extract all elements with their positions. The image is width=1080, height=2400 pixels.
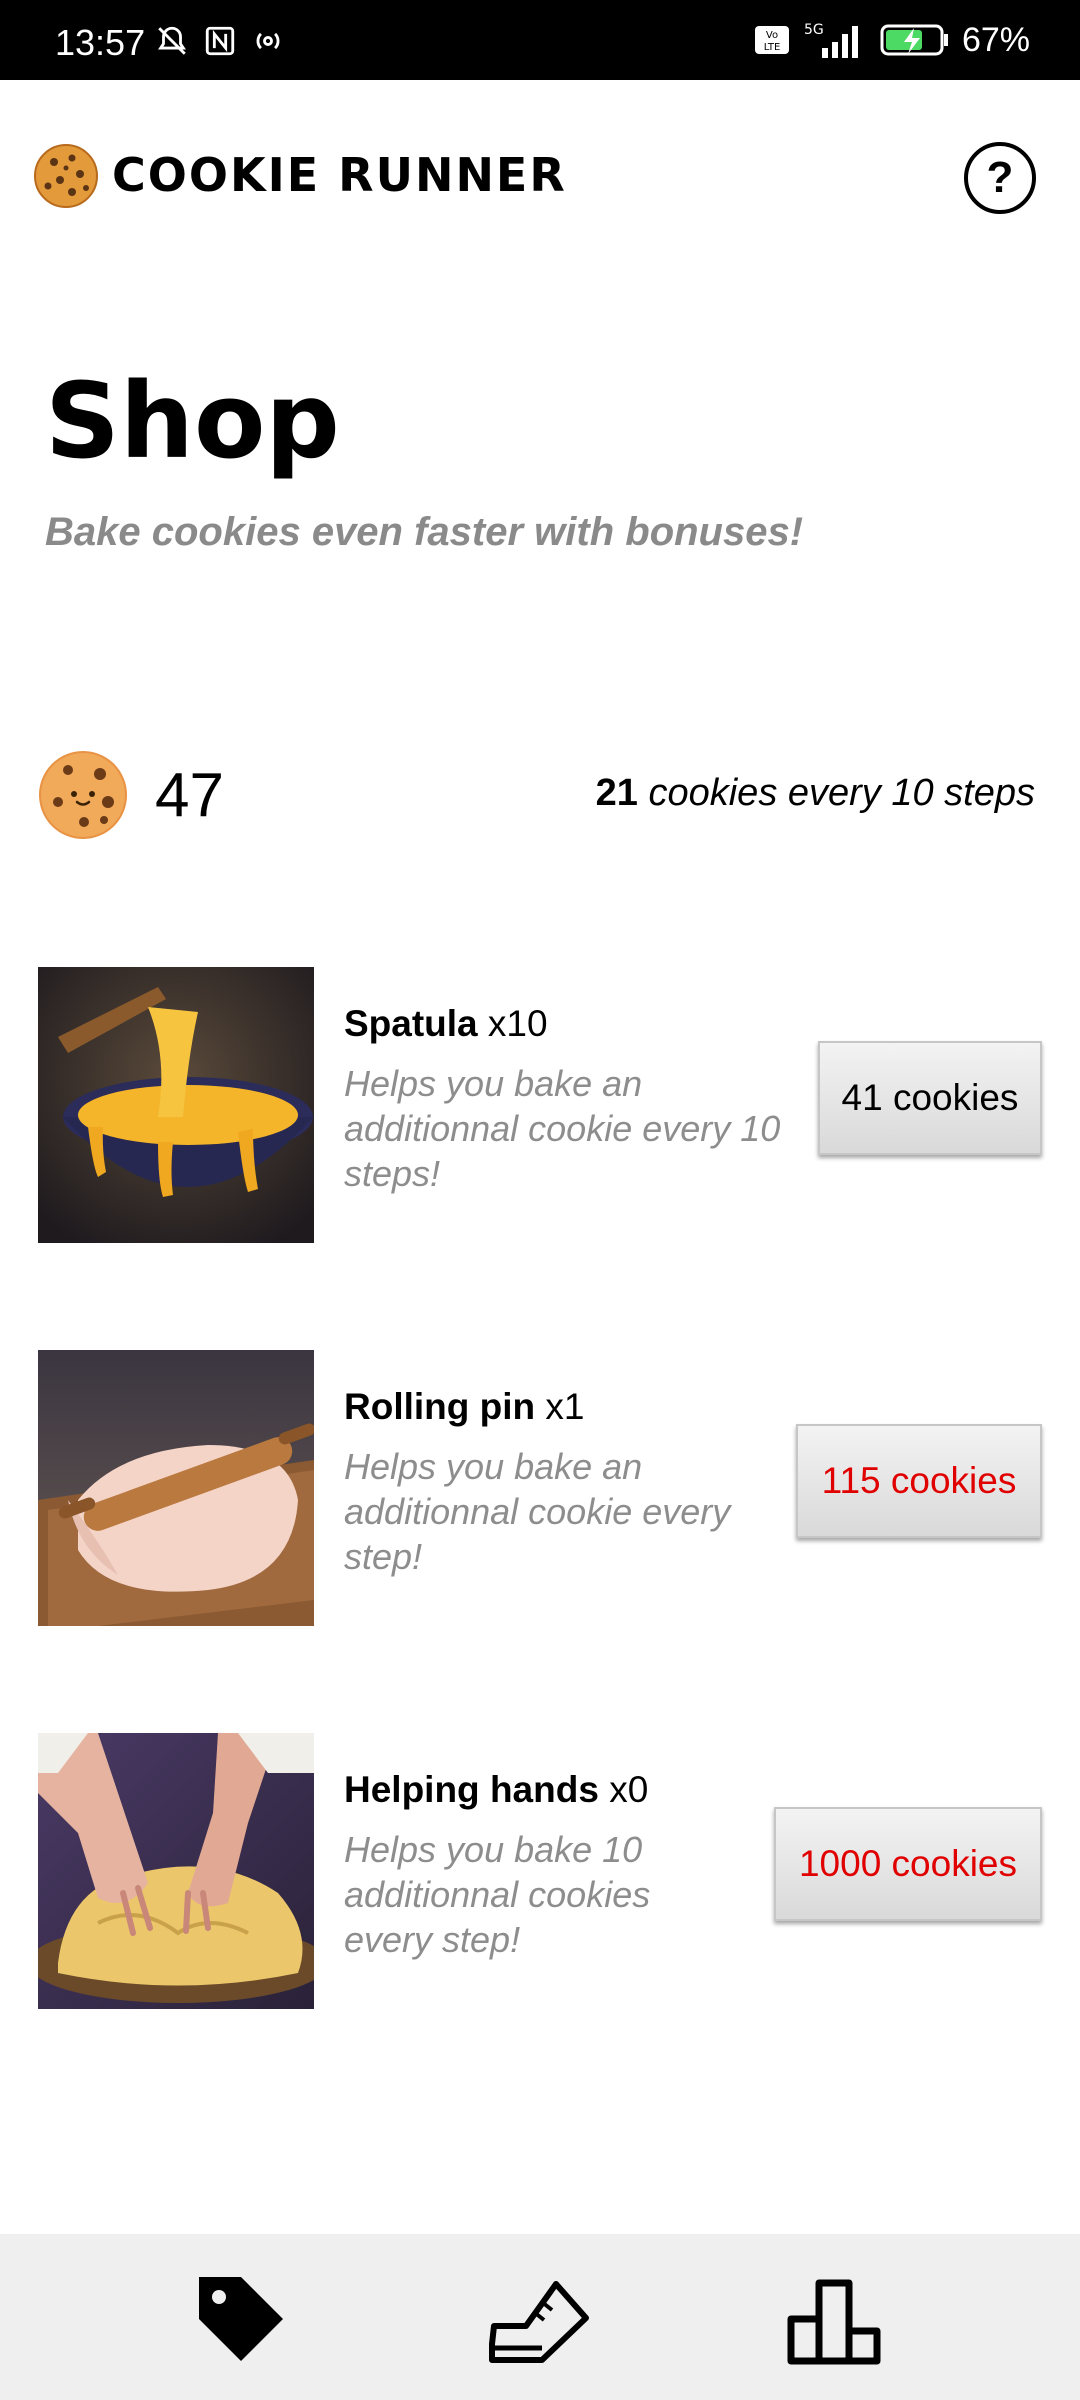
item-description: Helps you bake an additionnal cookie eve… [344, 1063, 781, 1194]
battery-charging-icon [880, 24, 948, 56]
batter-bowl-image [38, 967, 314, 1243]
rolling-pin-image [38, 1350, 314, 1626]
svg-text:LTE: LTE [764, 42, 781, 53]
price-label: 41 cookies [841, 1077, 1019, 1118]
app-title: COOKIE RUNNER [112, 148, 567, 202]
price-label: 115 cookies [821, 1460, 1017, 1501]
page-subtitle: Bake cookies even faster with bonuses! [45, 510, 804, 554]
svg-text:Vo: Vo [766, 30, 778, 41]
volte-icon: VoLTE [754, 26, 789, 54]
bottom-navigation [0, 2234, 1080, 2400]
help-icon: ? [986, 153, 1014, 202]
cookie-icon [34, 144, 98, 208]
item-description: Helps you bake 10 additionnal cookies ev… [344, 1829, 651, 1960]
bake-rate-text: cookies every 10 steps [648, 772, 1035, 814]
leaderboard-icon [787, 2279, 881, 2365]
price-label: 1000 cookies [798, 1843, 1018, 1884]
nav-leaderboard[interactable] [780, 2264, 890, 2374]
item-quantity: x0 [609, 1769, 649, 1810]
shop-item-spatula: Spatula x10 Helps you bake an additionna… [38, 967, 1042, 1243]
nav-shop[interactable] [186, 2264, 296, 2374]
item-description: Helps you bake an additionnal cookie eve… [344, 1446, 731, 1577]
buy-rolling-pin-button[interactable]: 115 cookies [796, 1424, 1042, 1538]
kneading-hands-image [38, 1733, 314, 2009]
cookie-balance: 47 [155, 761, 224, 830]
shop-item-helping-hands: Helping hands x0 Helps you bake 10 addit… [38, 1733, 1042, 2009]
bell-muted-icon [158, 26, 186, 55]
bake-rate: 21 cookies every 10 steps [596, 772, 1035, 815]
item-quantity: x1 [545, 1386, 585, 1427]
svg-text:5G: 5G [804, 22, 824, 38]
item-name: Helping hands [344, 1769, 599, 1810]
tag-icon [199, 2277, 283, 2361]
item-name: Spatula [344, 1003, 478, 1044]
signal-5g-icon: 5G [804, 22, 858, 58]
status-bar: 13:57 Vo LTE 5G 67% [0, 0, 1080, 80]
shop-item-rolling-pin: Rolling pin x1 Helps you bake an additio… [38, 1350, 1042, 1626]
nav-steps[interactable] [484, 2264, 594, 2374]
bake-rate-amount: 21 [595, 772, 638, 814]
page-title: Shop [45, 360, 340, 482]
nfc-icon [205, 26, 235, 56]
help-button[interactable]: ? [964, 142, 1036, 214]
hotspot-icon [256, 32, 280, 50]
shoe-icon [489, 2281, 589, 2363]
app-header: COOKIE RUNNER ? [0, 80, 1080, 270]
cookie-face-icon [39, 751, 127, 839]
buy-spatula-button[interactable]: 41 cookies [818, 1041, 1042, 1155]
status-time: 13:57 [55, 22, 146, 63]
battery-percent: 67% [961, 20, 1030, 59]
item-quantity: x10 [487, 1003, 548, 1044]
buy-helping-hands-button[interactable]: 1000 cookies [774, 1807, 1042, 1921]
item-name: Rolling pin [344, 1386, 536, 1427]
